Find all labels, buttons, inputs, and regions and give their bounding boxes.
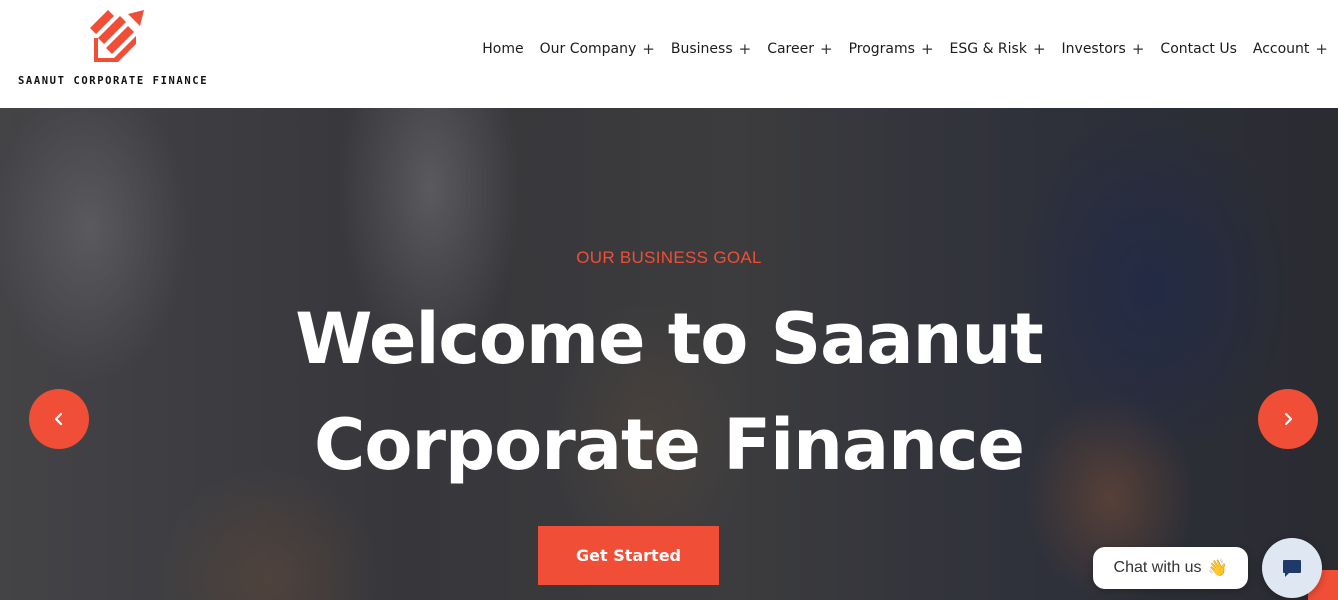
- chevron-left-icon: [54, 412, 63, 426]
- nav-item-label: Career: [767, 41, 814, 57]
- nav-item-business[interactable]: Business +: [671, 40, 751, 58]
- nav-item-contact-us[interactable]: Contact Us: [1160, 41, 1236, 57]
- brand-logo[interactable]: SAANUT CORPORATE FINANCE: [18, 8, 218, 98]
- hero-eyebrow: OUR BUSINESS GOAL: [576, 248, 762, 267]
- nav-item-investors[interactable]: Investors +: [1062, 40, 1145, 58]
- get-started-button[interactable]: Get Started: [538, 526, 719, 585]
- plus-icon: +: [820, 40, 833, 58]
- nav-item-home[interactable]: Home: [482, 41, 523, 57]
- chat-label: Chat with us: [1113, 559, 1202, 576]
- plus-icon: +: [1131, 40, 1145, 58]
- chevron-right-icon: [1284, 412, 1293, 426]
- logo-icon: [90, 10, 144, 62]
- hero-headline-line2: Corporate Finance: [314, 404, 1025, 486]
- nav-item-career[interactable]: Career +: [767, 40, 832, 58]
- slider-next-button[interactable]: [1258, 389, 1318, 449]
- plus-icon: +: [1032, 40, 1046, 58]
- nav-item-label: Our Company: [539, 41, 637, 57]
- chat-launcher-button[interactable]: [1262, 538, 1322, 598]
- plus-icon: +: [642, 40, 655, 58]
- plus-icon: +: [920, 40, 934, 58]
- nav-item-label: Investors: [1061, 41, 1126, 57]
- wave-icon: 👋: [1207, 560, 1228, 577]
- hero-slider: OUR BUSINESS GOAL Welcome to Saanut Corp…: [0, 108, 1338, 600]
- hero-headline: Welcome to Saanut Corporate Finance: [0, 286, 1338, 498]
- nav-item-label: ESG & Risk: [949, 41, 1027, 57]
- plus-icon: +: [1315, 40, 1328, 58]
- nav-item-label: Programs: [848, 41, 915, 57]
- main-nav: Home Our Company + Business + Career + P…: [466, 40, 1328, 58]
- slider-prev-button[interactable]: [29, 389, 89, 449]
- plus-icon: +: [738, 40, 752, 58]
- nav-item-our-company[interactable]: Our Company +: [540, 40, 655, 58]
- nav-item-esg-risk[interactable]: ESG & Risk +: [950, 40, 1046, 58]
- nav-item-label: Contact Us: [1160, 41, 1237, 57]
- nav-item-account[interactable]: Account +: [1253, 40, 1328, 58]
- hero-headline-line1: Welcome to Saanut: [295, 298, 1043, 380]
- nav-item-label: Account: [1252, 41, 1310, 57]
- site-header: SAANUT CORPORATE FINANCE Home Our Compan…: [0, 0, 1338, 108]
- chat-with-us-bubble[interactable]: Chat with us 👋: [1093, 547, 1248, 589]
- nav-item-label: Home: [482, 41, 524, 57]
- nav-item-label: Business: [670, 41, 733, 57]
- brand-name: SAANUT CORPORATE FINANCE: [18, 75, 209, 87]
- chat-icon: [1283, 560, 1301, 577]
- nav-item-programs[interactable]: Programs +: [849, 40, 934, 58]
